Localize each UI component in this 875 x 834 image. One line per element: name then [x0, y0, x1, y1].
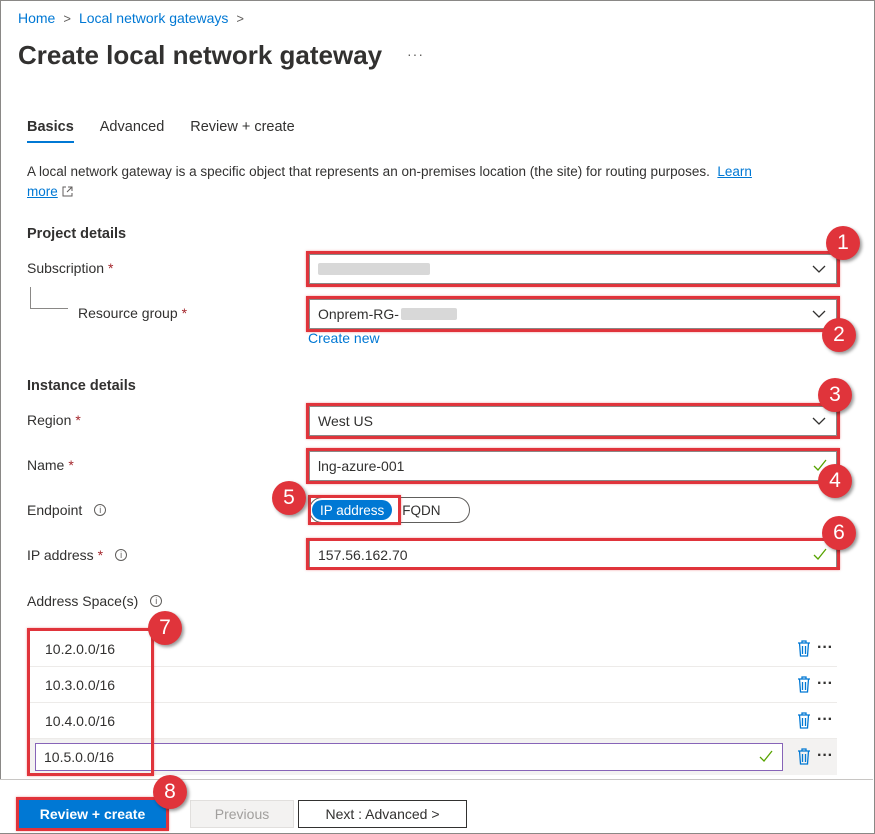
resource-group-value: Onprem-RG- — [318, 306, 399, 322]
breadcrumb-home[interactable]: Home — [18, 10, 55, 26]
breadcrumb-separator-icon: > — [63, 10, 71, 26]
more-actions-icon[interactable]: ··· — [817, 640, 833, 656]
previous-button[interactable]: Previous — [190, 800, 294, 828]
row-actions: ··· — [797, 639, 833, 657]
name-input[interactable]: lng-azure-001 — [309, 451, 837, 481]
endpoint-label-text: Endpoint — [27, 502, 83, 518]
address-space-row: 10.3.0.0/16 ··· — [27, 667, 837, 703]
more-options-icon[interactable]: ··· — [407, 46, 424, 62]
resource-group-dropdown[interactable]: Onprem-RG- — [309, 299, 837, 329]
tab-review-create[interactable]: Review + create — [190, 119, 294, 143]
row-actions: ··· — [797, 711, 833, 729]
subscription-label: Subscription * — [27, 260, 114, 276]
name-value: lng-azure-001 — [318, 458, 405, 474]
endpoint-toggle[interactable]: IP address FQDN — [309, 497, 470, 523]
next-advanced-button[interactable]: Next : Advanced > — [298, 800, 467, 828]
chevron-down-icon — [812, 265, 826, 273]
callout-badge-4: 4 — [818, 464, 852, 498]
ip-address-label: IP address * i — [27, 547, 128, 563]
project-details-heading: Project details — [27, 226, 127, 242]
resource-group-redacted-suffix — [400, 308, 457, 320]
name-label: Name * — [27, 457, 74, 473]
address-space-value: 10.2.0.0/16 — [45, 640, 116, 657]
subscription-redacted-value — [318, 263, 430, 275]
trash-icon[interactable] — [797, 639, 811, 657]
external-link-icon — [62, 186, 73, 197]
info-icon[interactable]: i — [150, 595, 163, 607]
breadcrumb: Home > Local network gateways > — [18, 10, 244, 26]
name-label-text: Name — [27, 457, 65, 473]
check-icon — [813, 548, 827, 560]
row-actions: ··· — [797, 675, 833, 693]
learn-more-link[interactable]: Learn — [717, 164, 752, 179]
tab-basics[interactable]: Basics — [27, 119, 74, 143]
ip-address-input[interactable]: 157.56.162.70 — [309, 540, 837, 570]
description: A local network gateway is a specific ob… — [27, 162, 827, 202]
address-space-row: 10.2.0.0/16 ··· — [27, 631, 837, 667]
address-space-label-text: Address Space(s) — [27, 593, 139, 609]
breadcrumb-separator-icon: > — [236, 10, 244, 26]
more-actions-icon[interactable]: ··· — [817, 712, 833, 728]
callout-badge-7: 7 — [148, 611, 182, 645]
region-value: West US — [318, 413, 373, 429]
trash-icon[interactable] — [797, 747, 811, 765]
check-icon — [759, 750, 773, 762]
ip-address-label-text: IP address — [27, 547, 94, 563]
required-marker: * — [108, 260, 114, 276]
required-marker: * — [68, 457, 74, 473]
resource-group-label-text: Resource group — [78, 305, 178, 321]
review-create-button[interactable]: Review + create — [19, 800, 166, 828]
chevron-down-icon — [812, 417, 826, 425]
required-marker: * — [181, 305, 188, 321]
callout-badge-5: 5 — [272, 481, 306, 515]
create-new-resource-group-link[interactable]: Create new — [308, 330, 380, 346]
info-icon[interactable]: i — [94, 504, 107, 516]
address-space-value: 10.4.0.0/16 — [45, 712, 116, 729]
row-actions: ··· — [797, 747, 833, 765]
info-icon[interactable]: i — [115, 549, 128, 561]
description-text: A local network gateway is a specific ob… — [27, 164, 710, 179]
page-title: Create local network gateway — [18, 40, 383, 70]
region-dropdown[interactable]: West US — [309, 406, 837, 436]
tab-advanced[interactable]: Advanced — [100, 119, 165, 143]
ip-address-value: 157.56.162.70 — [318, 547, 408, 563]
address-space-row-editing: 10.5.0.0/16 ··· — [27, 739, 837, 775]
resource-group-label: Resource group * — [78, 305, 187, 321]
learn-more-link-continued[interactable]: more — [27, 184, 58, 199]
callout-badge-2: 2 — [822, 318, 856, 352]
callout-badge-6: 6 — [822, 516, 856, 550]
tab-bar: Basics Advanced Review + create — [27, 119, 321, 143]
callout-badge-3: 3 — [818, 378, 852, 412]
more-actions-icon[interactable]: ··· — [817, 676, 833, 692]
address-space-input[interactable]: 10.5.0.0/16 — [35, 743, 783, 771]
subscription-dropdown[interactable] — [309, 254, 837, 284]
callout-badge-1: 1 — [826, 226, 860, 260]
trash-icon[interactable] — [797, 711, 811, 729]
endpoint-option-ip-address[interactable]: IP address — [312, 500, 393, 520]
address-space-row: 10.4.0.0/16 ··· — [27, 703, 837, 739]
more-actions-icon[interactable]: ··· — [817, 748, 833, 764]
endpoint-label: Endpoint i — [27, 502, 107, 518]
chevron-down-icon — [812, 310, 826, 318]
address-space-value: 10.5.0.0/16 — [44, 749, 115, 765]
address-space-value: 10.3.0.0/16 — [45, 676, 116, 693]
instance-details-heading: Instance details — [27, 378, 136, 394]
breadcrumb-local-network-gateways[interactable]: Local network gateways — [79, 10, 228, 26]
region-label-text: Region — [27, 412, 72, 428]
region-label: Region * — [27, 412, 81, 428]
endpoint-option-fqdn[interactable]: FQDN — [392, 503, 450, 518]
address-space-label: Address Space(s) i — [27, 593, 163, 609]
tree-connector — [30, 287, 68, 309]
required-marker: * — [97, 547, 104, 563]
required-marker: * — [75, 412, 81, 428]
callout-badge-8: 8 — [153, 775, 187, 809]
trash-icon[interactable] — [797, 675, 811, 693]
subscription-label-text: Subscription — [27, 260, 105, 276]
